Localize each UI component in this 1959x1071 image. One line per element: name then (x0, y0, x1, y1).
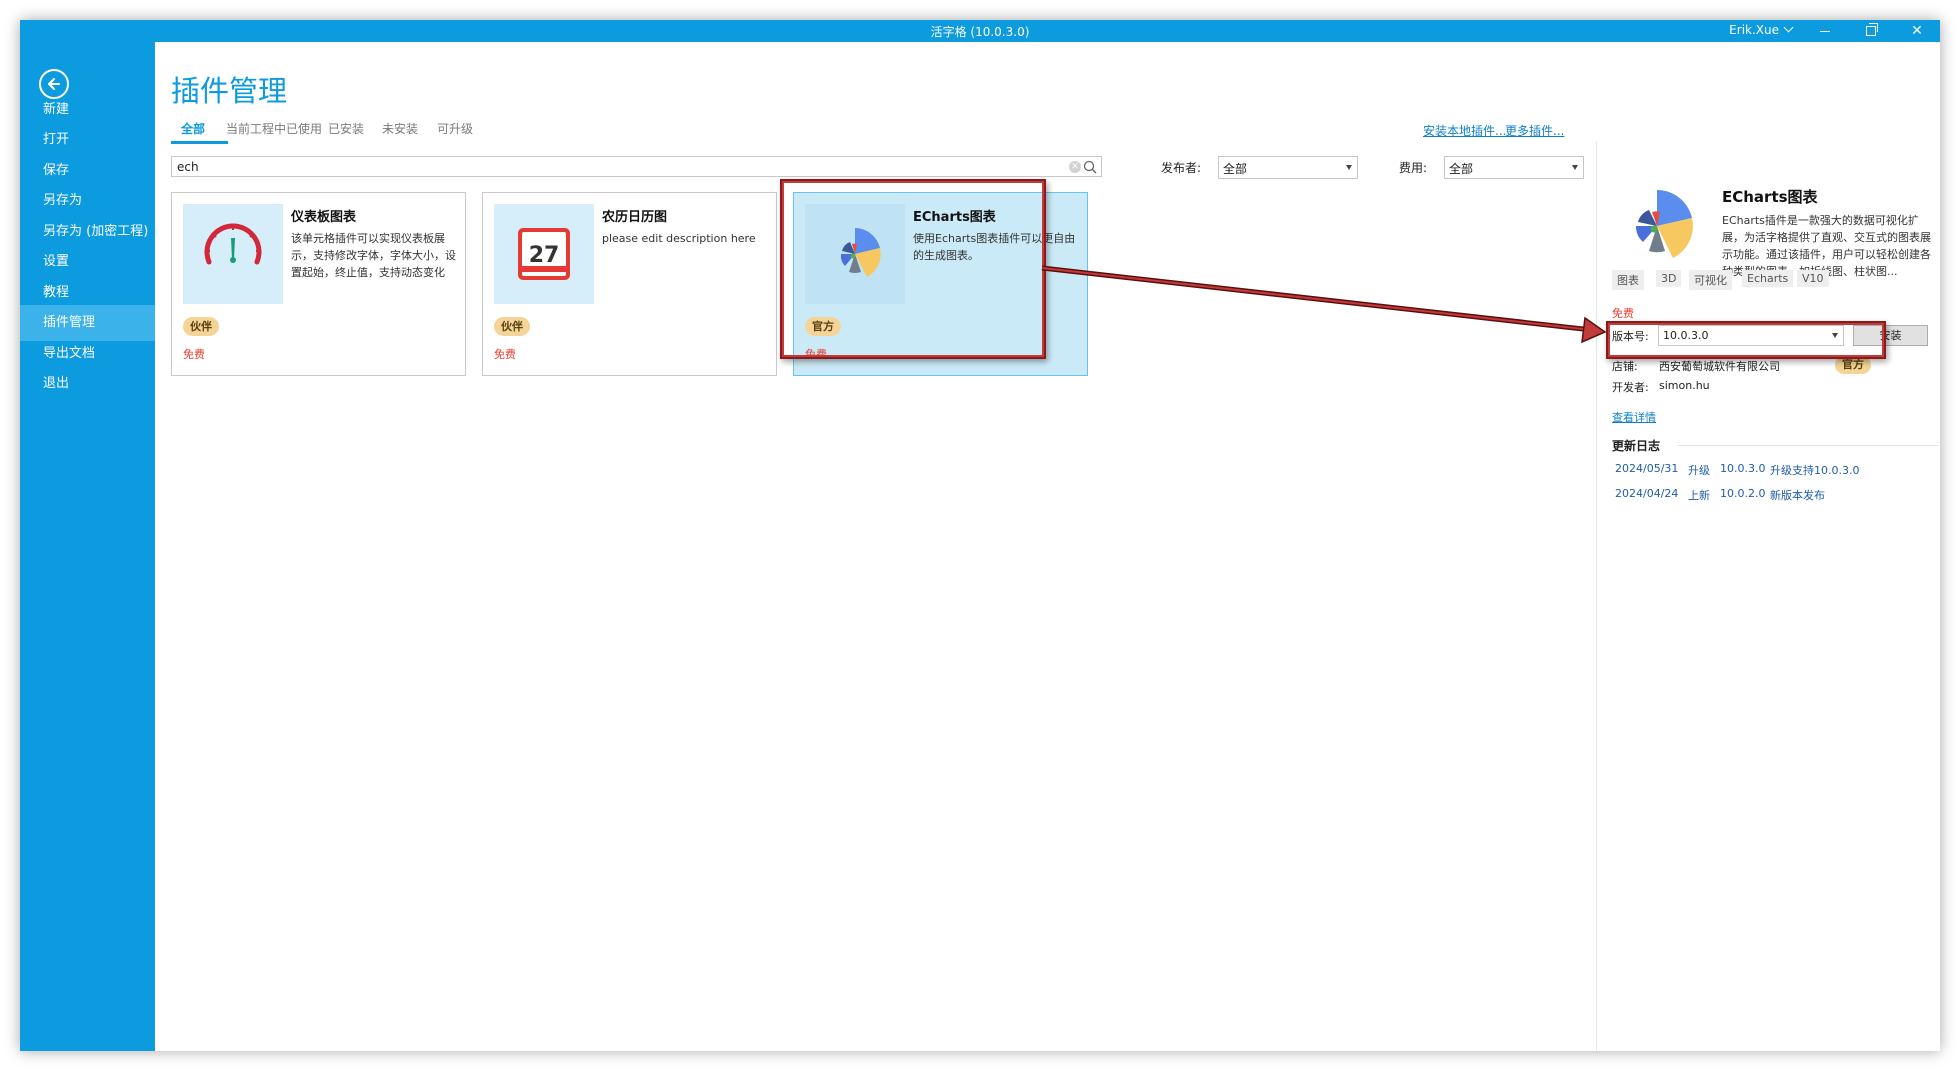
annotation-arrow (1041, 265, 1607, 344)
changelog-version: 10.0.2.0 (1720, 487, 1766, 500)
sidebar-item-exit[interactable]: 退出 (20, 366, 155, 402)
arrow-left-icon (48, 78, 60, 90)
window-title: 活字格 (10.0.3.0) (930, 25, 1030, 39)
changelog-note: 升级支持10.0.3.0 (1770, 464, 1860, 477)
changelog-note: 新版本发布 (1770, 489, 1825, 502)
changelog-date: 2024/04/24 (1615, 487, 1679, 500)
changelog-date: 2024/05/31 (1615, 462, 1679, 475)
app-window: 活字格 (10.0.3.0) Erik.Xue ✕ 新建 打开 保存 另存为 另… (20, 20, 1940, 1051)
user-menu[interactable]: Erik.Xue (1729, 22, 1794, 37)
chevron-down-icon (1783, 22, 1794, 33)
minimize-button[interactable] (1802, 20, 1848, 42)
minimize-icon (1820, 30, 1830, 32)
title-bar: 活字格 (10.0.3.0) Erik.Xue ✕ (20, 20, 1940, 42)
close-button[interactable]: ✕ (1894, 20, 1940, 42)
changelog-version: 10.0.3.0 (1720, 462, 1766, 475)
changelog-type: 上新 (1688, 489, 1710, 502)
restore-button[interactable] (1848, 20, 1894, 42)
close-icon: ✕ (1911, 23, 1923, 39)
changelog-divider (1677, 445, 1939, 446)
sidebar: 新建 打开 保存 另存为 另存为 (加密工程) 设置 教程 插件管理 导出文档 … (20, 42, 155, 1051)
main-content: 插件管理 全部 当前工程中已使用 已安装 未安装 可升级 安装本地插件... 更… (155, 42, 1940, 1051)
changelog-type: 升级 (1688, 464, 1710, 477)
restore-icon (1866, 23, 1878, 36)
user-name: Erik.Xue (1729, 23, 1779, 37)
